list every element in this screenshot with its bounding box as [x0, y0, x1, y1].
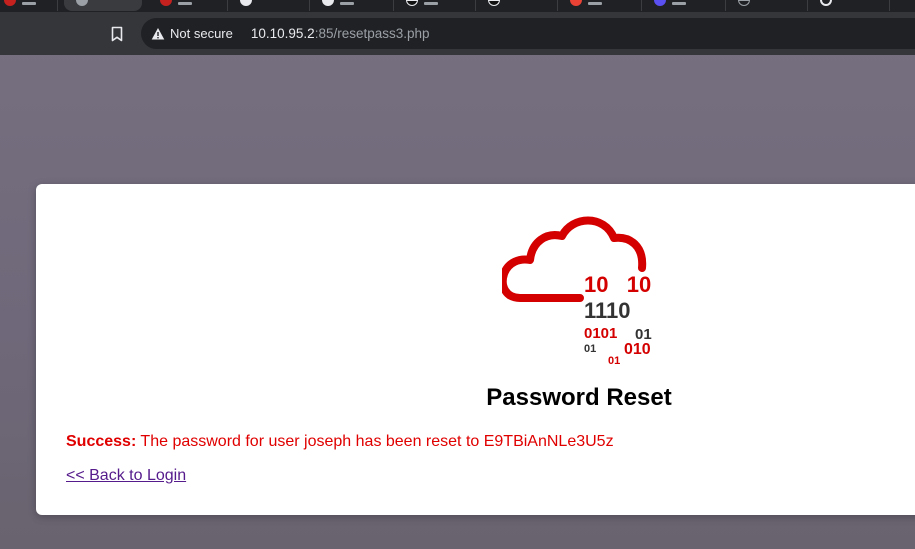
tab-favicon-icon — [4, 0, 16, 6]
reset-card: 10 10 1110 0101 01 01 010 01 Password Re… — [36, 184, 915, 515]
url-host: 10.10.95.2 — [250, 26, 315, 41]
success-message: Success: The password for user joseph ha… — [66, 433, 614, 451]
address-bar[interactable]: Not secure 10.10.95.2:85/resetpass3.php — [141, 18, 915, 49]
bookmark-icon[interactable] — [108, 25, 126, 43]
tab-strip — [0, 0, 915, 12]
logo-binary-row1: 10 10 — [584, 272, 651, 297]
browser-tab[interactable] — [642, 0, 726, 11]
back-to-login-link[interactable]: << Back to Login — [66, 467, 186, 485]
browser-tab[interactable] — [228, 0, 310, 11]
url-path: :85/resetpass3.php — [314, 26, 430, 41]
logo-binary-row4a: 01 — [584, 343, 596, 355]
tab-title-placeholder — [424, 2, 438, 5]
tab-favicon-icon — [160, 0, 172, 6]
tab-favicon-icon — [654, 0, 666, 6]
success-text: The password for user joseph has been re… — [136, 433, 614, 450]
tab-favicon-icon — [76, 0, 88, 6]
browser-tab[interactable] — [558, 0, 642, 11]
browser-tab[interactable] — [726, 0, 808, 11]
browser-tab[interactable] — [310, 0, 394, 11]
tab-title-placeholder — [588, 2, 602, 5]
tab-title-placeholder — [22, 2, 36, 5]
browser-tab[interactable] — [0, 0, 58, 11]
browser-tab[interactable] — [808, 0, 890, 11]
tab-favicon-icon — [406, 0, 418, 6]
logo-binary-row4b: 010 — [624, 341, 651, 358]
tab-favicon-icon — [570, 0, 582, 6]
tab-favicon-icon — [738, 0, 750, 6]
url-text[interactable]: 10.10.95.2:85/resetpass3.php — [251, 26, 430, 41]
browser-tab[interactable] — [476, 0, 558, 11]
logo-binary-row2: 1110 — [584, 298, 631, 323]
tab-title-placeholder — [178, 2, 192, 5]
success-label: Success: — [66, 433, 137, 450]
browser-toolbar: Not secure 10.10.95.2:85/resetpass3.php — [0, 12, 915, 55]
browser-tab-active[interactable] — [64, 0, 142, 11]
cloud-binary-logo: 10 10 1110 0101 01 01 010 01 — [502, 216, 652, 366]
page-title: Password Reset — [486, 384, 672, 411]
tab-title-placeholder — [340, 2, 354, 5]
browser-tab[interactable] — [394, 0, 476, 11]
security-status[interactable]: Not secure — [170, 26, 233, 41]
browser-tab[interactable] — [148, 0, 228, 11]
tab-favicon-icon — [488, 0, 500, 6]
tab-favicon-icon — [240, 0, 252, 6]
logo-binary-row5: 01 — [608, 355, 620, 366]
tab-title-placeholder — [672, 2, 686, 5]
warning-icon — [151, 27, 165, 39]
logo-binary-row3a: 0101 — [584, 325, 617, 342]
tab-favicon-icon — [820, 0, 832, 6]
tab-favicon-icon — [322, 0, 334, 6]
